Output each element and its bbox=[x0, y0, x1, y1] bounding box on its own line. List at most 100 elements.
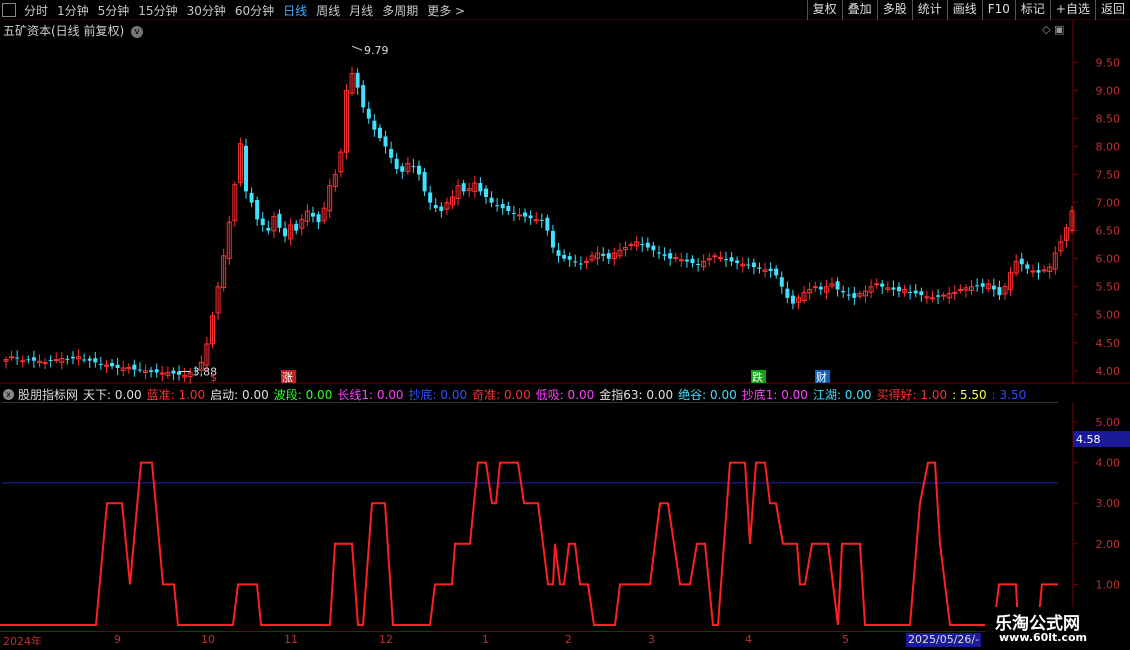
period-bar: 分时 1分钟 5分钟 15分钟 30分钟 60分钟 日线 周线 月线 多周期 更… bbox=[2, 1, 474, 19]
candle-body bbox=[729, 257, 734, 262]
period-weekly[interactable]: 周线 bbox=[316, 2, 340, 19]
high-label: 9.79 bbox=[364, 44, 389, 57]
candle-body bbox=[15, 357, 20, 359]
indicator-tick-label: 3.00 bbox=[1096, 497, 1121, 510]
candle-body bbox=[539, 219, 544, 221]
candle-body bbox=[997, 287, 1002, 296]
candlestick-chart[interactable]: 9.50 9.00 8.50 8.00 7.50 7.00 6.50 6.00 5.50 5.00… bbox=[0, 20, 1130, 384]
candle-body bbox=[461, 183, 466, 192]
mark-button[interactable]: 标记 bbox=[1014, 0, 1050, 20]
chevron-down-icon[interactable]: v bbox=[131, 25, 144, 38]
candle-body bbox=[53, 359, 59, 362]
candle-body bbox=[20, 360, 26, 363]
period-5min[interactable]: 5分钟 bbox=[98, 2, 130, 19]
candle-body bbox=[957, 288, 963, 291]
period-daily[interactable]: 日线 bbox=[283, 2, 307, 19]
indicator-tick-label: 4.00 bbox=[1096, 457, 1121, 470]
candle-body bbox=[316, 214, 321, 223]
candle-body bbox=[578, 263, 583, 265]
adjust-button[interactable]: 复权 bbox=[806, 0, 842, 20]
date-label: 9 bbox=[114, 633, 121, 646]
candle-body bbox=[936, 295, 941, 297]
candle-body bbox=[1030, 270, 1036, 273]
current-value-label: 4.58 bbox=[1076, 433, 1101, 446]
diamond-icon[interactable]: ◇ bbox=[1042, 23, 1050, 36]
candle-body bbox=[606, 253, 611, 259]
event-marker: 跌 bbox=[752, 370, 763, 384]
overlay-button[interactable]: 叠加 bbox=[841, 0, 877, 20]
toolbar-actions: 复权 叠加 多股 统计 画线 F10 标记 +自选 返回 bbox=[806, 0, 1130, 20]
panel-toggle-icon[interactable]: ▣ bbox=[1054, 23, 1064, 36]
period-monthly[interactable]: 月线 bbox=[349, 2, 373, 19]
close-icon[interactable]: x bbox=[3, 388, 14, 400]
indicator-chart[interactable]: 5.00 4.00 3.00 2.00 1.00 4.58 bbox=[0, 402, 1130, 632]
candle-body bbox=[924, 296, 930, 299]
candle-body bbox=[818, 286, 823, 290]
candle-body bbox=[645, 242, 650, 248]
date-label: 5 bbox=[842, 633, 849, 646]
candle-body bbox=[249, 192, 254, 203]
candle-body bbox=[65, 358, 70, 360]
candle-body bbox=[812, 286, 818, 289]
candle-body bbox=[696, 264, 701, 266]
candle-body bbox=[874, 283, 880, 286]
indicator-value-4: 长线1: 0.00 bbox=[337, 387, 404, 402]
candle-body bbox=[668, 253, 673, 259]
date-label: 11 bbox=[284, 633, 298, 646]
price-tick-label: 8.00 bbox=[1096, 141, 1121, 154]
candle-body bbox=[846, 294, 851, 296]
candle-body bbox=[1019, 258, 1024, 265]
signal-line bbox=[0, 461, 1058, 626]
candle-body bbox=[98, 364, 103, 366]
indicator-tick-label: 2.00 bbox=[1096, 538, 1121, 551]
candle-body bbox=[417, 165, 422, 175]
period-30min[interactable]: 30分钟 bbox=[187, 2, 226, 19]
candle-body bbox=[137, 369, 142, 371]
multi-stock-button[interactable]: 多股 bbox=[876, 0, 912, 20]
candle-body bbox=[528, 215, 533, 219]
candle-body bbox=[640, 244, 645, 246]
event-marker: 涨 bbox=[282, 371, 293, 384]
draw-button[interactable]: 画线 bbox=[946, 0, 982, 20]
candle-body bbox=[768, 268, 773, 271]
candle-body bbox=[562, 254, 567, 259]
back-button[interactable]: 返回 bbox=[1094, 0, 1130, 20]
f10-button[interactable]: F10 bbox=[981, 0, 1015, 20]
period-15min[interactable]: 15分钟 bbox=[138, 2, 177, 19]
candle-body bbox=[919, 291, 924, 296]
period-fenshi[interactable]: 分时 bbox=[24, 2, 48, 19]
date-axis: 2024年 9 10 11 12 1 2 3 4 5 2025/05/26/- bbox=[0, 631, 1130, 650]
event-marker: $ bbox=[210, 371, 217, 384]
window-icon[interactable] bbox=[2, 3, 16, 17]
candle-body bbox=[260, 218, 265, 226]
watermark-url: www.60lt.com bbox=[999, 631, 1088, 644]
candle-body bbox=[1036, 270, 1041, 273]
add-watchlist-button[interactable]: +自选 bbox=[1049, 0, 1095, 20]
price-tick-label: 5.50 bbox=[1096, 281, 1121, 294]
stats-button[interactable]: 统计 bbox=[911, 0, 947, 20]
price-tick-label: 4.00 bbox=[1096, 365, 1121, 378]
period-60min[interactable]: 60分钟 bbox=[235, 2, 274, 19]
event-marker: 财 bbox=[816, 370, 827, 384]
candle-body bbox=[774, 268, 779, 276]
date-label: 10 bbox=[201, 633, 215, 646]
candle-body bbox=[651, 245, 656, 251]
candle-body bbox=[82, 359, 87, 361]
period-1min[interactable]: 1分钟 bbox=[57, 2, 89, 19]
candle-body bbox=[149, 370, 154, 372]
candle-body bbox=[310, 212, 315, 217]
indicator-value-6: 奇准: 0.00 bbox=[472, 387, 531, 402]
main-chart-icons: ◇ ▣ bbox=[1042, 23, 1064, 36]
candle-body bbox=[550, 230, 555, 248]
indicator-name[interactable]: 股朋指标网 bbox=[18, 386, 78, 403]
candle-body bbox=[1025, 264, 1030, 269]
period-more[interactable]: 更多 > bbox=[427, 2, 465, 19]
candle-body bbox=[26, 359, 31, 361]
indicator-value-11: 江湖: 0.00 bbox=[812, 387, 872, 402]
candle-body bbox=[422, 171, 427, 192]
candle-body bbox=[735, 260, 740, 264]
period-multi[interactable]: 多周期 bbox=[382, 2, 418, 19]
candle-body bbox=[400, 166, 405, 172]
current-date-box: 2025/05/26/- bbox=[906, 633, 982, 647]
candle-body bbox=[991, 285, 996, 290]
